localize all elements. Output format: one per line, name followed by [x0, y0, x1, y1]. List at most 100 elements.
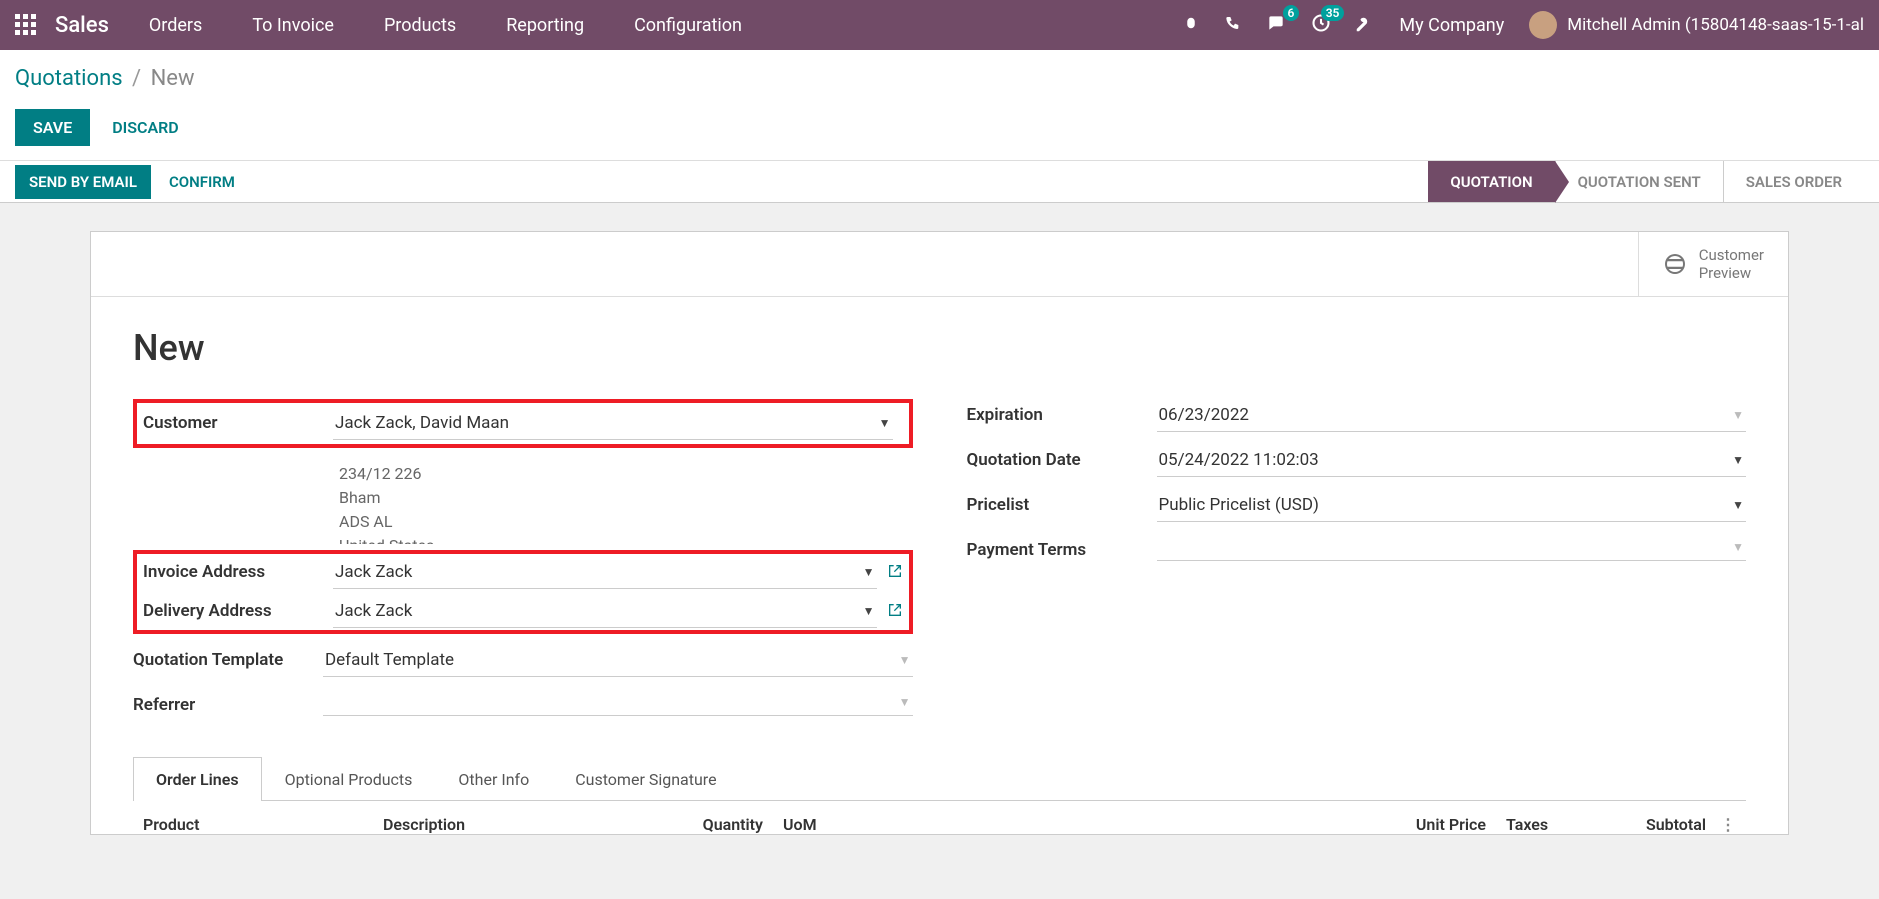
left-column: Customer Jack Zack, David Maan ▼ — [133, 399, 913, 728]
menu-orders[interactable]: Orders — [149, 15, 202, 36]
expiration-value: 06/23/2022 — [1159, 405, 1249, 425]
activity-badge: 35 — [1321, 5, 1345, 21]
stat-button-row: Customer Preview — [91, 232, 1788, 297]
brand-name[interactable]: Sales — [55, 13, 109, 38]
delivery-address-label: Delivery Address — [143, 595, 333, 621]
menu-configuration[interactable]: Configuration — [634, 15, 742, 36]
messaging-badge: 6 — [1283, 5, 1300, 21]
address-line: Bham — [339, 486, 913, 510]
quotation-date-label: Quotation Date — [967, 444, 1157, 470]
invoice-external-link[interactable] — [887, 563, 903, 583]
th-product: Product — [143, 815, 383, 834]
chevron-down-icon: ▼ — [1732, 453, 1744, 467]
tab-optional-products[interactable]: Optional Products — [262, 757, 436, 801]
quotation-template-value: Default Template — [325, 650, 454, 670]
phone-icon[interactable] — [1225, 15, 1241, 36]
discard-button[interactable]: DISCARD — [94, 109, 197, 146]
stat-button-line2: Preview — [1699, 264, 1764, 282]
user-menu[interactable]: Mitchell Admin (15804148-saas-15-1-al — [1529, 11, 1864, 39]
highlight-addresses: Invoice Address Jack Zack ▼ — [133, 550, 913, 634]
address-line: United States — [339, 534, 913, 544]
chevron-down-icon: ▼ — [1732, 498, 1744, 512]
save-button[interactable]: SAVE — [15, 109, 90, 146]
main-menu: Orders To Invoice Products Reporting Con… — [149, 15, 742, 36]
customer-address: 234/12 226 Bham ADS AL United States — [133, 458, 913, 544]
customer-preview-button[interactable]: Customer Preview — [1638, 232, 1788, 296]
menu-reporting[interactable]: Reporting — [506, 15, 584, 36]
invoice-address-value: Jack Zack — [335, 562, 412, 582]
expiration-label: Expiration — [967, 399, 1157, 425]
expiration-field[interactable]: 06/23/2022 ▼ — [1157, 399, 1747, 432]
status-steps: QUOTATION QUOTATION SENT SALES ORDER — [1428, 161, 1864, 202]
highlight-customer: Customer Jack Zack, David Maan ▼ — [133, 399, 913, 448]
status-bar: SEND BY EMAIL CONFIRM QUOTATION QUOTATIO… — [0, 161, 1879, 203]
breadcrumb-current: New — [151, 66, 195, 91]
quotation-template-field[interactable]: Default Template ▼ — [323, 644, 913, 677]
chevron-down-icon: ▼ — [879, 416, 891, 430]
confirm-button[interactable]: CONFIRM — [151, 164, 253, 200]
breadcrumb-sep: / — [132, 66, 141, 91]
quotation-date-value: 05/24/2022 11:02:03 — [1159, 450, 1319, 470]
systray: 6 35 My Company Mitchell Admin (15804148… — [1182, 11, 1864, 39]
pricelist-field[interactable]: Public Pricelist (USD) ▼ — [1157, 489, 1747, 522]
chevron-down-icon: ▼ — [1732, 540, 1744, 554]
chevron-down-icon: ▼ — [863, 565, 875, 579]
tab-customer-signature[interactable]: Customer Signature — [552, 757, 739, 801]
step-sales-order[interactable]: SALES ORDER — [1723, 161, 1864, 202]
th-unit-price: Unit Price — [1376, 815, 1486, 834]
user-name: Mitchell Admin (15804148-saas-15-1-al — [1567, 15, 1864, 35]
th-subtotal: Subtotal — [1596, 815, 1706, 834]
messaging-icon[interactable]: 6 — [1266, 13, 1286, 38]
tools-icon[interactable] — [1356, 14, 1374, 37]
payment-terms-field[interactable]: ▼ — [1157, 534, 1747, 561]
kebab-icon[interactable]: ⋮ — [1706, 815, 1736, 834]
chevron-down-icon: ▼ — [899, 653, 911, 667]
th-taxes: Taxes — [1486, 815, 1596, 834]
step-quotation[interactable]: QUOTATION — [1428, 161, 1554, 202]
order-lines-header: Product Description Quantity UoM Unit Pr… — [133, 801, 1746, 834]
menu-products[interactable]: Products — [384, 15, 456, 36]
payment-terms-label: Payment Terms — [967, 534, 1157, 560]
pricelist-label: Pricelist — [967, 489, 1157, 515]
chevron-down-icon: ▼ — [863, 604, 875, 618]
page-title: New — [133, 327, 1746, 369]
chevron-down-icon: ▼ — [1732, 408, 1744, 422]
delivery-address-value: Jack Zack — [335, 601, 412, 621]
send-by-email-button[interactable]: SEND BY EMAIL — [15, 165, 151, 199]
invoice-address-label: Invoice Address — [143, 556, 333, 582]
delivery-address-field[interactable]: Jack Zack ▼ — [333, 595, 877, 628]
control-bar: Quotations / New SAVE DISCARD — [0, 50, 1879, 161]
apps-icon[interactable] — [15, 14, 37, 36]
globe-icon — [1663, 252, 1687, 276]
chevron-down-icon: ▼ — [899, 695, 911, 709]
invoice-address-field[interactable]: Jack Zack ▼ — [333, 556, 877, 589]
pricelist-value: Public Pricelist (USD) — [1159, 495, 1319, 515]
menu-to-invoice[interactable]: To Invoice — [252, 15, 334, 36]
avatar — [1529, 11, 1557, 39]
right-column: Expiration 06/23/2022 ▼ Quotation Date — [967, 399, 1747, 728]
company-switcher[interactable]: My Company — [1399, 15, 1504, 36]
th-quantity: Quantity — [653, 815, 763, 834]
delivery-external-link[interactable] — [887, 602, 903, 622]
quotation-template-label: Quotation Template — [133, 644, 323, 670]
top-nav: Sales Orders To Invoice Products Reporti… — [0, 0, 1879, 50]
tab-other-info[interactable]: Other Info — [435, 757, 552, 801]
activity-icon[interactable]: 35 — [1311, 13, 1331, 38]
th-uom: UoM — [763, 815, 923, 834]
quotation-date-field[interactable]: 05/24/2022 11:02:03 ▼ — [1157, 444, 1747, 477]
referrer-label: Referrer — [133, 689, 323, 715]
tabs: Order Lines Optional Products Other Info… — [133, 756, 1746, 801]
tab-order-lines[interactable]: Order Lines — [133, 757, 262, 801]
form-sheet: Customer Preview New Customer — [90, 231, 1789, 835]
customer-label: Customer — [143, 407, 333, 433]
stat-button-line1: Customer — [1699, 246, 1764, 264]
address-line: ADS AL — [339, 510, 913, 534]
customer-value: Jack Zack, David Maan — [335, 413, 509, 433]
customer-field[interactable]: Jack Zack, David Maan ▼ — [333, 407, 893, 440]
th-description: Description — [383, 815, 653, 834]
bug-icon[interactable] — [1182, 14, 1200, 37]
breadcrumb-root[interactable]: Quotations — [15, 66, 123, 91]
referrer-field[interactable]: ▼ — [323, 689, 913, 716]
address-line: 234/12 226 — [339, 462, 913, 486]
step-quotation-sent[interactable]: QUOTATION SENT — [1555, 161, 1723, 202]
